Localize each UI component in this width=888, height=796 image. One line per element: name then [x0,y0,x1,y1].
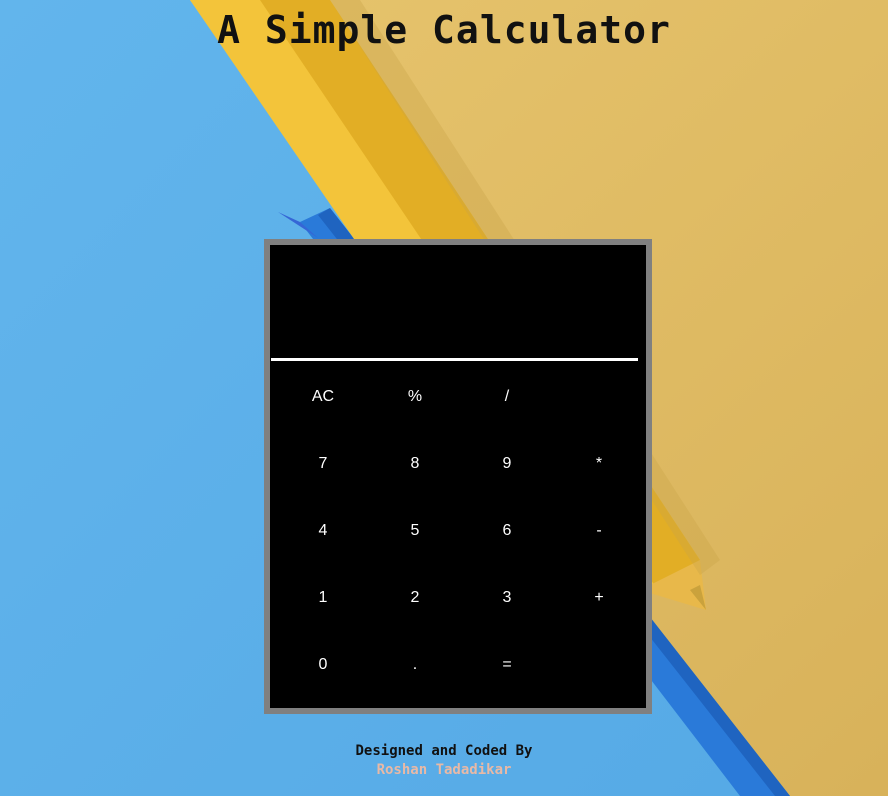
calculator: AC % / 7 8 9 * 4 5 6 - 1 2 3 + 0 . = [264,239,652,714]
key-multiply[interactable]: * [553,430,645,497]
key-6[interactable]: 6 [461,497,553,564]
key-0[interactable]: 0 [277,631,369,698]
key-1[interactable]: 1 [277,564,369,631]
footer-credits: Designed and Coded By Roshan Tadadikar [0,742,888,780]
key-all-clear[interactable]: AC [277,363,369,430]
calculator-keypad: AC % / 7 8 9 * 4 5 6 - 1 2 3 + 0 . = [270,363,653,701]
key-4[interactable]: 4 [277,497,369,564]
key-empty [553,631,645,698]
key-empty [553,363,645,430]
key-equals[interactable]: = [461,631,553,698]
key-divide[interactable]: / [461,363,553,430]
page-title: A Simple Calculator [217,8,671,52]
key-add[interactable]: + [553,564,645,631]
footer-credit-line: Designed and Coded By [355,743,533,759]
key-percent[interactable]: % [369,363,461,430]
key-subtract[interactable]: - [553,497,645,564]
key-8[interactable]: 8 [369,430,461,497]
key-2[interactable]: 2 [369,564,461,631]
key-9[interactable]: 9 [461,430,553,497]
key-3[interactable]: 3 [461,564,553,631]
key-7[interactable]: 7 [277,430,369,497]
calculator-display [271,245,638,361]
key-decimal[interactable]: . [369,631,461,698]
footer-author-name: Roshan Tadadikar [376,762,512,778]
key-5[interactable]: 5 [369,497,461,564]
